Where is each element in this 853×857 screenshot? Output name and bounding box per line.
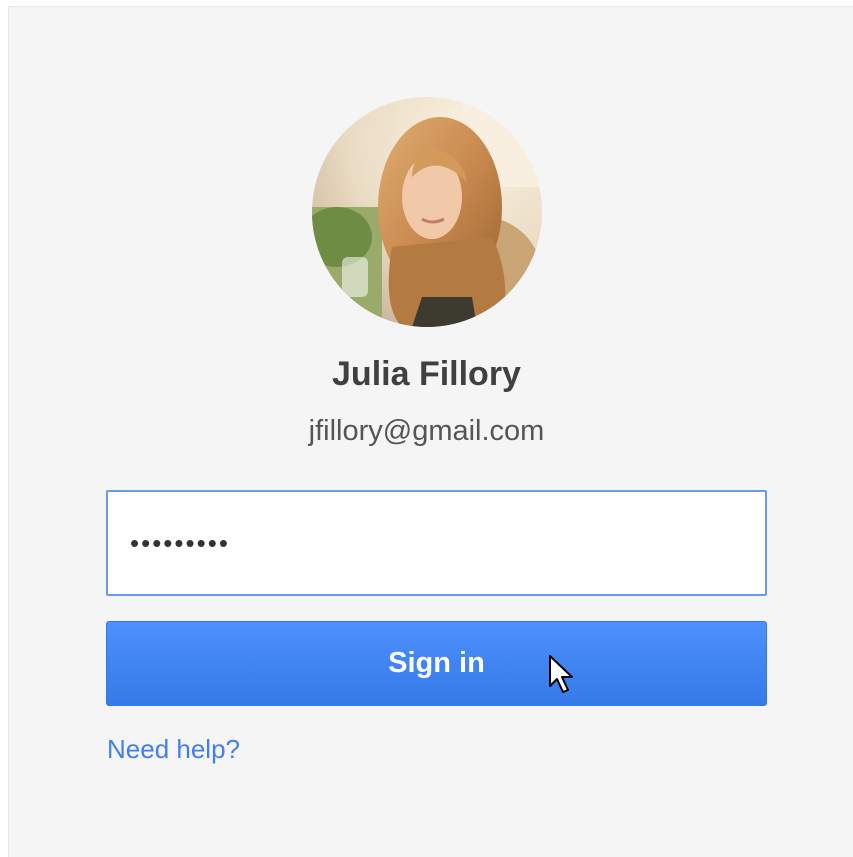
- profile-photo: [312, 97, 542, 327]
- need-help-link[interactable]: Need help?: [107, 734, 240, 765]
- account-name: Julia Fillory: [332, 355, 521, 393]
- avatar: [312, 97, 542, 327]
- mouse-pointer-icon: [549, 655, 573, 693]
- sign-in-button[interactable]: Sign in: [106, 621, 767, 706]
- account-email: jfillory@gmail.com: [308, 415, 545, 447]
- password-input[interactable]: [106, 490, 767, 596]
